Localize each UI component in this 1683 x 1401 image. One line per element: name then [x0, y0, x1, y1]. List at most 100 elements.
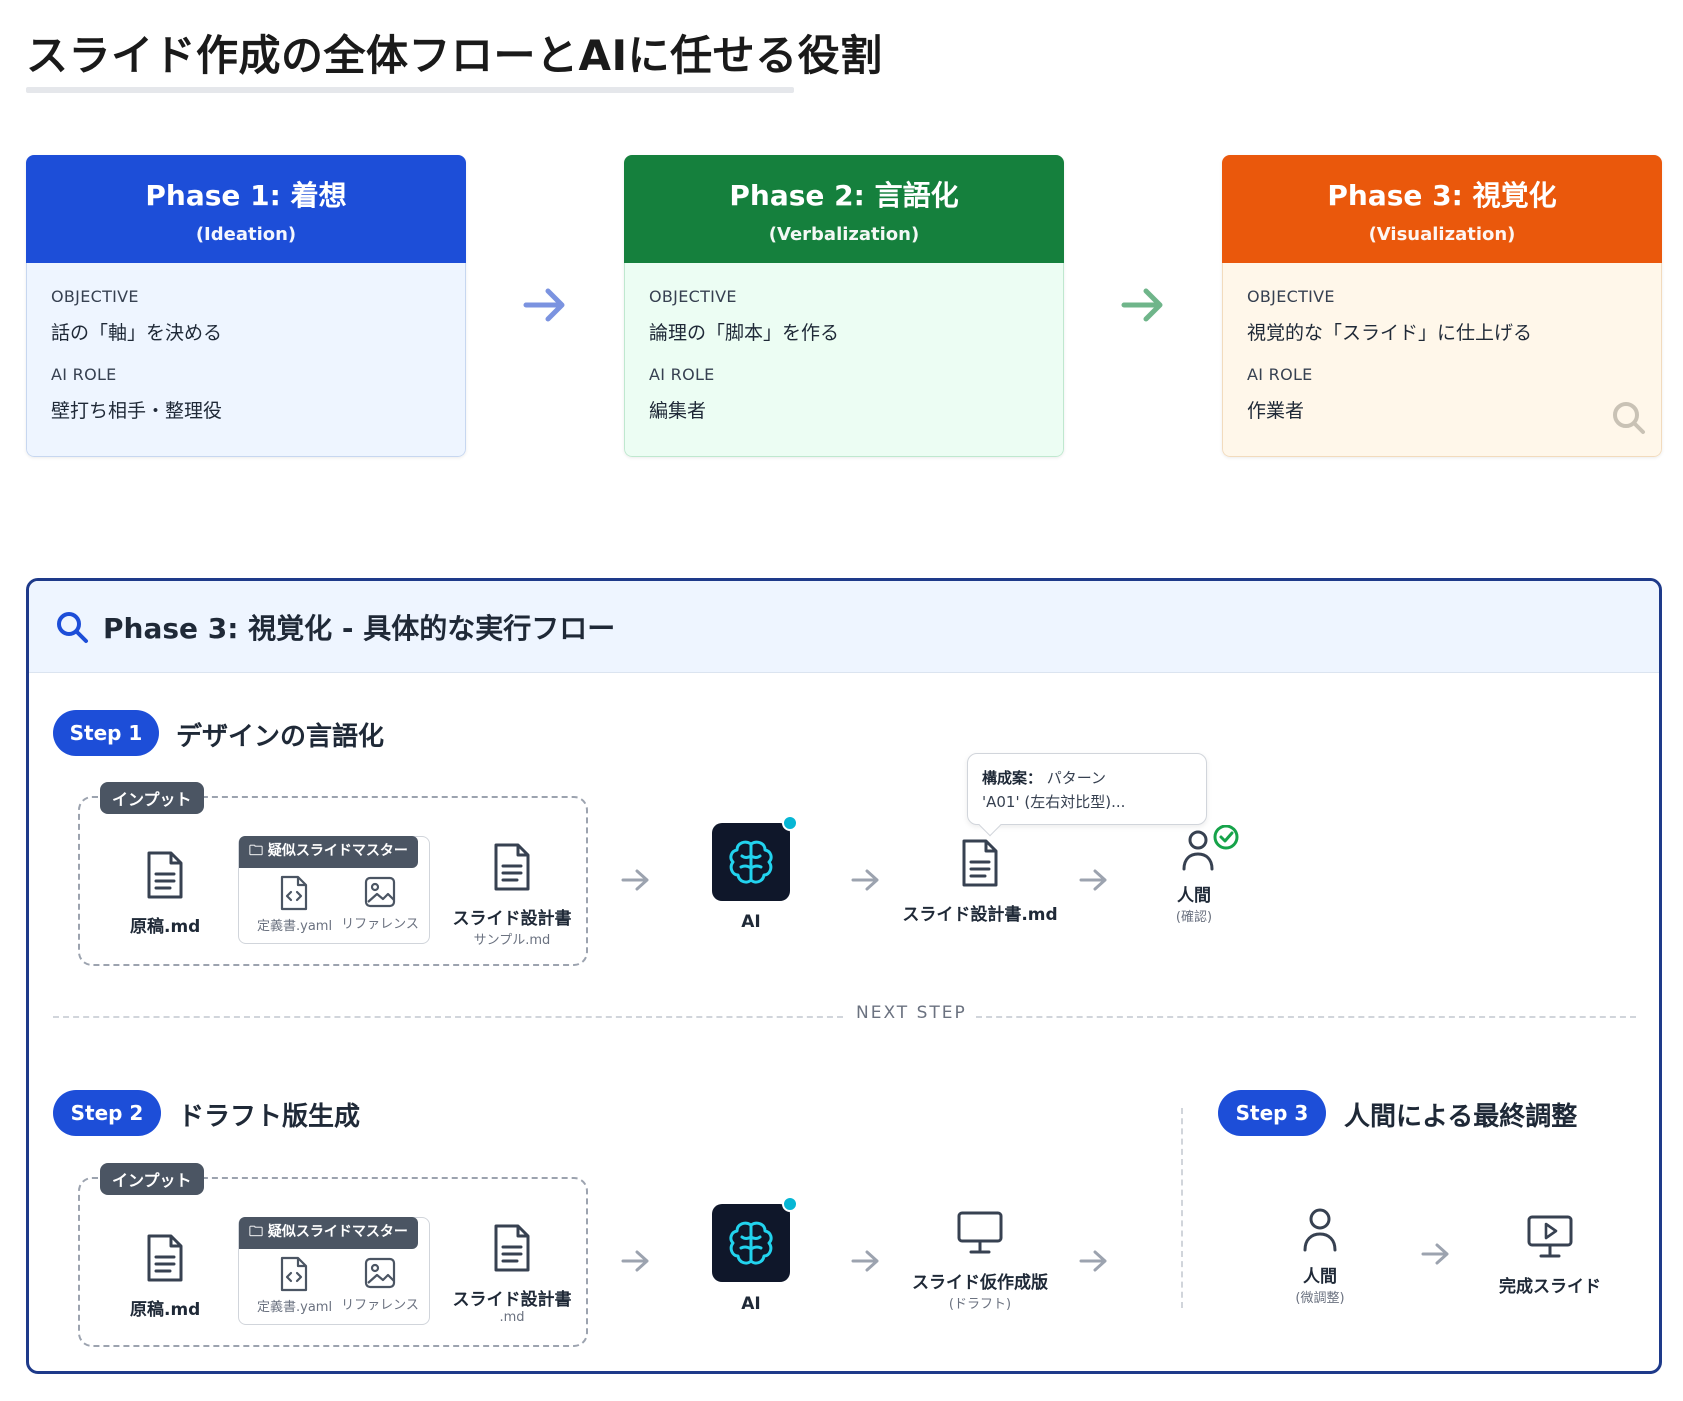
manuscript-label: 原稿.md — [130, 1300, 201, 1320]
step-divider — [1181, 1108, 1183, 1308]
arrow-right-icon — [1121, 288, 1163, 322]
search-icon — [57, 611, 88, 643]
draft-label: スライド仮作成版 — [912, 1273, 1048, 1293]
phase-1-body: OBJECTIVE 話の「軸」を決める AI ROLE 壁打ち相手・整理役 — [26, 263, 466, 457]
ai-label: AI — [741, 912, 761, 932]
final-slides-label: 完成スライド — [1499, 1277, 1601, 1297]
phase-1-header: Phase 1: 着想 (Ideation) — [26, 155, 466, 263]
reference-file: リファレンス — [341, 1256, 419, 1313]
human-label: 人間 — [1303, 1267, 1337, 1287]
design-doc-input: スライド設計書 .md — [452, 1223, 572, 1325]
design-doc-output: スライド設計書.md — [900, 838, 1060, 925]
ai-brain-tile — [712, 1196, 798, 1282]
arrow-right-icon — [621, 1250, 649, 1272]
step-2-title: ドラフト版生成 — [178, 1102, 361, 1132]
folder-icon: 🗀 — [249, 1224, 263, 1240]
divider-line-right — [976, 1016, 1636, 1018]
phase-3-objective: 視覚的な「スライド」に仕上げる — [1247, 322, 1533, 344]
status-dot — [782, 815, 798, 831]
arrow-right-icon — [851, 869, 879, 891]
user-check-icon — [1182, 824, 1239, 871]
arrow-right-icon — [621, 869, 649, 891]
manuscript-file: 原稿.md — [130, 850, 200, 937]
arrow-right-icon — [1079, 1250, 1107, 1272]
step-2-input-group: インプット 原稿.md 🗀 疑似スライドマスター 定義書.yaml リファレンス… — [78, 1163, 588, 1347]
image-icon — [364, 1257, 396, 1289]
folder-icon: 🗀 — [249, 843, 263, 859]
ai-label-step1: AI — [712, 912, 790, 932]
manuscript-file: 原稿.md — [130, 1233, 200, 1320]
design-doc-sublabel: .md — [499, 1310, 525, 1325]
flow-panel-title: Phase 3: 視覚化 - 具体的な実行フロー — [103, 611, 616, 645]
tooltip-text-2: 'A01' (左右対比型)... — [982, 793, 1126, 811]
phase-1-title: Phase 1: 着想 — [145, 178, 347, 212]
phase-3-header: Phase 3: 視覚化 (Visualization) — [1222, 155, 1662, 263]
phase-2-card: Phase 2: 言語化 (Verbalization) OBJECTIVE 論… — [624, 155, 1064, 457]
tooltip-text-1: パターン — [1046, 769, 1107, 787]
input-tag: インプット — [100, 1163, 204, 1195]
page-title: スライド作成の全体フローとAIに任せる役割 — [26, 31, 883, 80]
design-doc-output-label: スライド設計書.md — [902, 905, 1058, 925]
reference-file: リファレンス — [341, 875, 419, 932]
step-2-badge: Step 2 — [53, 1090, 161, 1136]
objective-label: OBJECTIVE — [649, 287, 737, 306]
phase-1-subtitle: (Ideation) — [195, 223, 297, 245]
phase-2-objective: 論理の「脚本」を作る — [649, 322, 840, 344]
design-doc-label: スライド設計書 — [452, 1290, 572, 1310]
phase-2-title: Phase 2: 言語化 — [729, 178, 959, 212]
design-doc-sublabel: サンプル.md — [473, 933, 551, 948]
master-tag: 🗀 疑似スライドマスター — [239, 1217, 418, 1249]
phase-1-ai-role: 壁打ち相手・整理役 — [51, 400, 223, 422]
composition-tooltip: 構成案： パターン 'A01' (左右対比型)... — [967, 753, 1207, 837]
brain-icon — [729, 840, 773, 884]
document-icon — [494, 1224, 530, 1272]
document-icon — [962, 839, 998, 887]
definition-label: 定義書.yaml — [257, 1300, 333, 1315]
phase-2-body: OBJECTIVE 論理の「脚本」を作る AI ROLE 編集者 — [624, 263, 1064, 457]
ai-role-label: AI ROLE — [1247, 365, 1313, 384]
arrow-right-icon — [1079, 869, 1107, 891]
ai-label: AI — [741, 1294, 761, 1314]
objective-label: OBJECTIVE — [1247, 287, 1335, 306]
tooltip-line-1: 構成案： パターン — [982, 766, 1192, 790]
next-step-label: NEXT STEP — [856, 1003, 967, 1023]
human-review: 人間 (確認) — [1172, 824, 1244, 925]
draft-sublabel: (ドラフト) — [948, 1297, 1012, 1312]
final-slides: 完成スライド — [1490, 1214, 1610, 1297]
phase-3-ai-role: 作業者 — [1247, 400, 1305, 422]
user-icon — [1303, 1208, 1337, 1252]
presentation-play-icon — [1527, 1215, 1573, 1258]
brain-icon — [729, 1221, 773, 1265]
master-tag: 🗀 疑似スライドマスター — [239, 836, 418, 868]
monitor-icon — [957, 1211, 1003, 1254]
step-3-badge: Step 3 — [1218, 1090, 1326, 1136]
arrow-right-icon — [1421, 1243, 1449, 1265]
document-icon — [494, 843, 530, 891]
phase-3-card: Phase 3: 視覚化 (Visualization) OBJECTIVE 視… — [1222, 155, 1662, 457]
arrow-right-icon — [523, 288, 565, 322]
draft-slides-output: スライド仮作成版 (ドラフト) — [900, 1210, 1060, 1312]
reference-label: リファレンス — [341, 1298, 419, 1313]
definition-file: 定義書.yaml — [257, 1256, 333, 1315]
step-1-title: デザインの言語化 — [176, 722, 385, 752]
human-sublabel: (確認) — [1175, 910, 1213, 925]
pseudo-slide-master: 🗀 疑似スライドマスター 定義書.yaml リファレンス — [238, 1217, 430, 1325]
objective-label: OBJECTIVE — [51, 287, 139, 306]
master-tag-label: 疑似スライドマスター — [267, 1224, 408, 1240]
phase-1-card: Phase 1: 着想 (Ideation) OBJECTIVE 話の「軸」を決… — [26, 155, 466, 457]
step-1-input-group: インプット 原稿.md 🗀 疑似スライドマスター 定義書.yaml リファレンス… — [78, 782, 588, 966]
ai-label-step2: AI — [712, 1294, 790, 1314]
flow-panel-header: Phase 3: 視覚化 - 具体的な実行フロー — [29, 581, 1659, 673]
phase-3-title: Phase 3: 視覚化 — [1327, 178, 1557, 212]
phase-3-body: OBJECTIVE 視覚的な「スライド」に仕上げる AI ROLE 作業者 — [1222, 263, 1662, 457]
step-1-badge: Step 1 — [53, 710, 159, 756]
human-adjust: 人間 (微調整) — [1280, 1204, 1360, 1306]
phase-2-ai-role: 編集者 — [649, 400, 707, 422]
step-3-title: 人間による最終調整 — [1344, 1102, 1578, 1132]
title-underline — [26, 87, 794, 93]
manuscript-label: 原稿.md — [130, 917, 201, 937]
tooltip-label: 構成案： — [982, 769, 1043, 787]
ai-brain-tile — [712, 815, 798, 901]
phase-3-subtitle: (Visualization) — [1368, 223, 1516, 245]
code-file-icon — [280, 1256, 308, 1292]
